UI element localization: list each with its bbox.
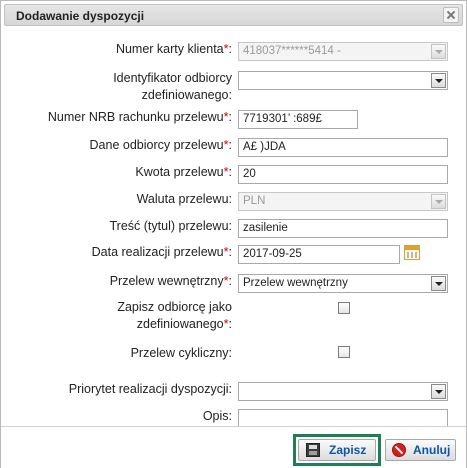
date-value: 2017-09-25: [243, 248, 302, 260]
currency-label: Waluta przelewu:: [136, 192, 232, 206]
card-number-label: Numer karty klienta*:: [115, 42, 232, 56]
cancel-button-label: Anuluj: [413, 443, 451, 457]
internal-transfer-select[interactable]: Przelew wewnętrzny: [238, 274, 448, 293]
currency-value: PLN: [243, 195, 266, 207]
close-icon[interactable]: [443, 7, 459, 23]
priority-select[interactable]: [238, 382, 448, 401]
beneficiary-id-select[interactable]: [238, 71, 448, 90]
dropdown-arrow-icon: [431, 384, 446, 399]
cyclic-transfer-label: Przelew cykliczny:: [130, 346, 232, 360]
amount-input[interactable]: 20: [238, 165, 448, 184]
recipient-value: A£ )JDA: [243, 141, 286, 153]
amount-label: Kwota przelewu*:: [135, 165, 232, 179]
dialog-title: Dodawanie dyspozycji: [16, 9, 145, 23]
dropdown-arrow-icon: [431, 276, 446, 291]
nrb-label: Numer NRB rachunku przelewu*:: [47, 110, 232, 124]
priority-label: Priorytet realizacji dyspozycji:: [68, 382, 232, 396]
save-icon: [306, 443, 320, 457]
date-label: Data realizacji przelewu*:: [91, 245, 232, 259]
currency-select[interactable]: PLN: [238, 192, 448, 211]
card-number-value: 418037******5414 -: [243, 45, 341, 57]
beneficiary-id-label: Identyfikator odbiorcy zdefiniowanego:: [113, 71, 232, 102]
transfer-title-value: zasilenie: [243, 222, 288, 234]
recipient-label: Dane odbiorcy przelewu*:: [89, 138, 232, 152]
card-number-select[interactable]: 418037******5414 -: [238, 42, 448, 61]
cyclic-transfer-checkbox[interactable]: [338, 346, 350, 358]
calendar-icon[interactable]: [404, 245, 420, 260]
save-button[interactable]: Zapisz: [298, 439, 376, 461]
amount-value: 20: [243, 168, 256, 180]
transfer-title-label: Treść (tytul) przelewu:: [109, 219, 232, 233]
dialog-titlebar: Dodawanie dyspozycji: [4, 4, 463, 26]
cancel-button[interactable]: Anuluj: [385, 439, 456, 461]
save-beneficiary-label: Zapisz odbiorcę jako zdefiniowanego*:: [117, 300, 232, 331]
recipient-input[interactable]: A£ )JDA: [238, 138, 448, 157]
cancel-icon: [392, 443, 406, 457]
dropdown-arrow-icon: [431, 44, 446, 59]
nrb-input[interactable]: 7719301’ :689£: [238, 110, 358, 129]
dropdown-arrow-icon: [431, 194, 446, 209]
date-input[interactable]: 2017-09-25: [238, 245, 400, 264]
transfer-title-input[interactable]: zasilenie: [238, 219, 448, 238]
nrb-value: 7719301’ :689£: [243, 113, 322, 125]
save-beneficiary-checkbox[interactable]: [338, 302, 350, 314]
save-button-label: Zapisz: [329, 443, 367, 457]
dropdown-arrow-icon: [431, 73, 446, 88]
internal-transfer-value: Przelew wewnętrzny: [243, 277, 348, 289]
internal-transfer-label: Przelew wewnętrzny*:: [109, 274, 232, 288]
notes-label: Opis:: [202, 409, 232, 423]
add-disposition-dialog: Dodawanie dyspozycji Numer karty klienta…: [0, 0, 467, 468]
